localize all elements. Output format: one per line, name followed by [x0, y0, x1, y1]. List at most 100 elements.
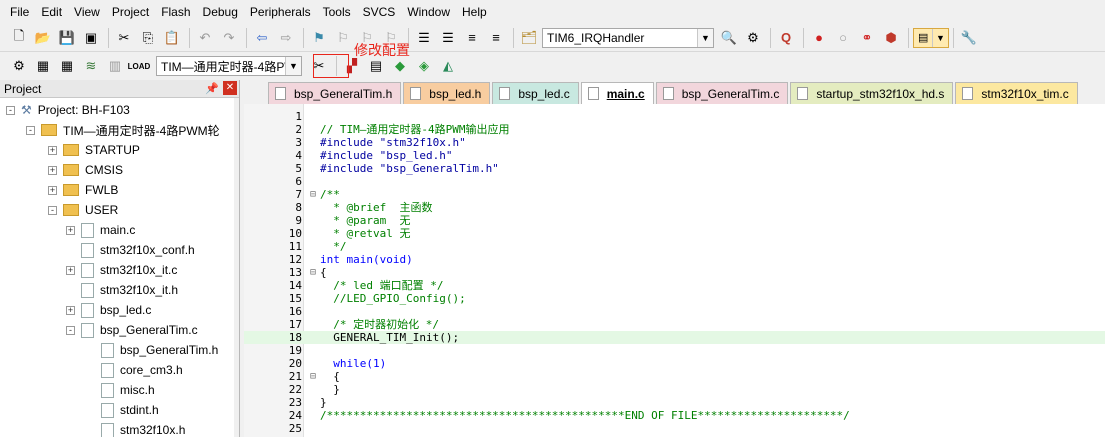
- paste-icon[interactable]: 📋: [161, 27, 183, 49]
- save-icon[interactable]: 💾: [56, 27, 78, 49]
- expand-icon[interactable]: +: [48, 185, 57, 195]
- incremental-find-icon[interactable]: ⚙: [742, 27, 764, 49]
- code-line[interactable]: 21 ⊟ {: [244, 370, 1105, 383]
- disable-all-breakpoints-icon[interactable]: ⚭: [856, 27, 878, 49]
- uncomment-icon[interactable]: ≡: [485, 27, 507, 49]
- code-line[interactable]: 9 * @param 无: [244, 214, 1105, 227]
- code-line[interactable]: 13 ⊟{: [244, 266, 1105, 279]
- fold-marker-icon[interactable]: ⊟: [310, 188, 319, 201]
- breakpoint-icon[interactable]: ●: [808, 27, 830, 49]
- menu-debug[interactable]: Debug: [197, 0, 244, 24]
- code-line[interactable]: 24 /*************************************…: [244, 409, 1105, 422]
- nav-forward-icon[interactable]: ⇨: [275, 27, 297, 49]
- save-all-icon[interactable]: ▣: [80, 27, 102, 49]
- tree-target-item[interactable]: - TIM—通用定时器-4路PWM轮: [26, 120, 220, 140]
- collapse-icon[interactable]: -: [66, 325, 75, 335]
- menu-help[interactable]: Help: [456, 0, 493, 24]
- expand-icon[interactable]: +: [66, 305, 75, 315]
- menu-edit[interactable]: Edit: [35, 0, 68, 24]
- fold-marker-icon[interactable]: ⊟: [310, 370, 319, 383]
- tab-main-c[interactable]: main.c: [580, 82, 654, 104]
- debug-session-icon[interactable]: Q: [775, 27, 797, 49]
- nav-back-icon[interactable]: ⇦: [251, 27, 273, 49]
- target-combo[interactable]: TIM—通用定时器-4路P\ ▼: [156, 56, 302, 76]
- tree-folder-item[interactable]: + FWLB: [48, 180, 118, 200]
- menu-peripherals[interactable]: Peripherals: [244, 0, 317, 24]
- tab-bsp-generaltim-h[interactable]: bsp_GeneralTim.h: [268, 82, 402, 104]
- code-line[interactable]: 11 */: [244, 240, 1105, 253]
- comment-icon[interactable]: ≡: [461, 27, 483, 49]
- find-in-files-icon[interactable]: 🗂: [518, 27, 540, 49]
- kill-breakpoints-icon[interactable]: ⬢: [880, 27, 902, 49]
- collapse-icon[interactable]: -: [26, 125, 35, 135]
- menu-flash[interactable]: Flash: [155, 0, 196, 24]
- fold-marker-icon[interactable]: ⊟: [310, 266, 319, 279]
- unindent-icon[interactable]: ☰: [437, 27, 459, 49]
- code-line[interactable]: 8 * @brief 主函数: [244, 201, 1105, 214]
- disable-breakpoint-icon[interactable]: ○: [832, 27, 854, 49]
- code-line[interactable]: 22 }: [244, 383, 1105, 396]
- code-line[interactable]: 6: [244, 175, 1105, 188]
- tree-folder-item[interactable]: + CMSIS: [48, 160, 123, 180]
- menu-view[interactable]: View: [68, 0, 106, 24]
- menu-project[interactable]: Project: [106, 0, 155, 24]
- tree-folder-item[interactable]: + STARTUP: [48, 140, 140, 160]
- menu-tools[interactable]: Tools: [317, 0, 357, 24]
- tree-file-item[interactable]: stdint.h: [86, 400, 159, 420]
- code-line[interactable]: 12 int main(void): [244, 253, 1105, 266]
- tab-stm32f10x-tim-c[interactable]: stm32f10x_tim.c: [955, 82, 1078, 104]
- new-file-icon[interactable]: 🗋: [8, 27, 30, 49]
- run-time-environment-icon[interactable]: ◭: [437, 55, 459, 77]
- tree-file-item[interactable]: core_cm3.h: [86, 360, 183, 380]
- code-line[interactable]: 5 #include "bsp_GeneralTim.h": [244, 162, 1105, 175]
- tree-scrollbar[interactable]: [234, 98, 239, 437]
- tree-file-item[interactable]: - bsp_GeneralTim.c: [66, 320, 198, 340]
- cut-icon[interactable]: ✂: [113, 27, 135, 49]
- code-editor[interactable]: 1 2 // TIM—通用定时器-4路PWM输出应用 3 #include "stm32…: [244, 104, 1105, 437]
- find-icon[interactable]: 🔍: [718, 27, 740, 49]
- tab-bsp-led-h[interactable]: bsp_led.h: [403, 82, 491, 104]
- code-line[interactable]: 15 //LED_GPIO_Config();: [244, 292, 1105, 305]
- code-line[interactable]: 19: [244, 344, 1105, 357]
- tree-file-item[interactable]: + stm32f10x_it.c: [66, 260, 177, 280]
- chevron-down-icon[interactable]: ▼: [285, 57, 301, 75]
- code-line[interactable]: 14 /* led 端口配置 */: [244, 279, 1105, 292]
- code-line[interactable]: 10 * @retval 无: [244, 227, 1105, 240]
- tree-file-item[interactable]: stm32f10x.h: [86, 420, 185, 437]
- batch-build-icon[interactable]: ≋: [80, 55, 102, 77]
- build-icon[interactable]: ▦: [32, 55, 54, 77]
- pin-icon[interactable]: 📌: [205, 82, 219, 95]
- function-combo[interactable]: TIM6_IRQHandler ▼: [542, 27, 714, 48]
- tree-file-item[interactable]: misc.h: [86, 380, 155, 400]
- close-icon[interactable]: ✕: [223, 81, 237, 95]
- code-line[interactable]: 4 #include "bsp_led.h": [244, 149, 1105, 162]
- code-line[interactable]: 2 // TIM—通用定时器-4路PWM输出应用: [244, 123, 1105, 136]
- code-line[interactable]: 16: [244, 305, 1105, 318]
- code-line[interactable]: 17 /* 定时器初始化 */: [244, 318, 1105, 331]
- pack-installer-icon[interactable]: ◈: [413, 55, 435, 77]
- prev-bookmark-icon[interactable]: ⚐: [332, 27, 354, 49]
- window-layout-button[interactable]: ▤ ▼: [913, 27, 949, 48]
- download-icon[interactable]: LOAD: [128, 55, 151, 77]
- expand-icon[interactable]: +: [66, 225, 75, 235]
- tab-bsp-generaltim-c[interactable]: bsp_GeneralTim.c: [655, 82, 789, 104]
- tree-folder-item[interactable]: - USER: [48, 200, 118, 220]
- collapse-icon[interactable]: -: [6, 105, 15, 115]
- code-line[interactable]: 18 GENERAL_TIM_Init();: [244, 331, 1105, 344]
- configure-icon[interactable]: 🔧: [958, 27, 980, 49]
- copy-icon[interactable]: ⎘: [137, 27, 159, 49]
- code-line[interactable]: 23}: [244, 396, 1105, 409]
- expand-icon[interactable]: +: [48, 165, 57, 175]
- indent-icon[interactable]: ☰: [413, 27, 435, 49]
- tab-bsp-led-c[interactable]: bsp_led.c: [492, 82, 579, 104]
- chevron-down-icon[interactable]: ▼: [932, 28, 948, 47]
- menu-window[interactable]: Window: [401, 0, 456, 24]
- tree-file-item[interactable]: stm32f10x_it.h: [66, 280, 178, 300]
- stop-build-icon[interactable]: ▥: [104, 55, 126, 77]
- code-line[interactable]: 3 #include "stm32f10x.h": [244, 136, 1105, 149]
- bookmark-icon[interactable]: ⚑: [308, 27, 330, 49]
- open-folder-icon[interactable]: 📂: [32, 27, 54, 49]
- chevron-down-icon[interactable]: ▼: [697, 28, 713, 47]
- translate-icon[interactable]: ⚙: [8, 55, 30, 77]
- code-line[interactable]: 20 while(1): [244, 357, 1105, 370]
